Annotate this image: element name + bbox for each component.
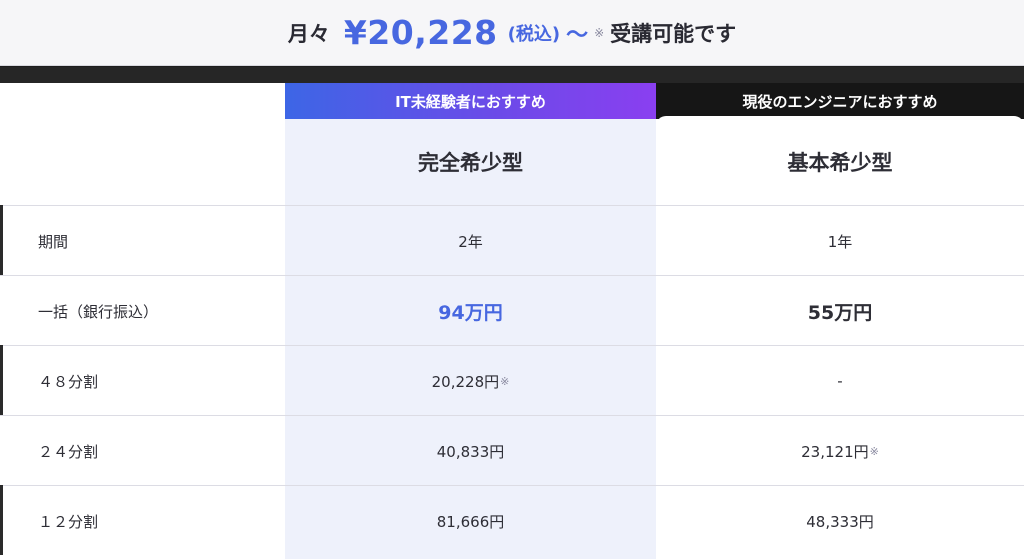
plan-a-title: 完全希少型 (418, 151, 523, 175)
row-label: 一括（銀行振込） (38, 302, 159, 321)
row-label: ２４分割 (38, 442, 99, 461)
table-row: ４８分割 20,228円 ※ - (0, 345, 1024, 415)
value-text: 2年 (458, 232, 483, 251)
plan-a-recommend-tag: IT未経験者におすすめ (285, 83, 656, 119)
row-label: ４８分割 (38, 372, 99, 391)
plan-a-tag-label: IT未経験者におすすめ (395, 92, 546, 111)
table-row: １２分割 81,666円 48,333円 (0, 485, 1024, 559)
plan-b-value: 1年 (656, 206, 1024, 276)
banner-note-mark: ※ (594, 25, 605, 40)
value-text: 55万円 (807, 301, 873, 324)
value-text: 1年 (827, 232, 853, 251)
banner-tail: 受講可能です (610, 21, 737, 46)
note-mark: ※ (869, 444, 879, 458)
banner-tax: (税込) (507, 23, 561, 45)
value-text: - (837, 372, 843, 390)
banner-price: ¥20,228 (343, 13, 498, 52)
value-text: 48,333円 (806, 512, 874, 531)
left-edge-marker (0, 485, 3, 555)
note-mark: ※ (500, 374, 510, 388)
table-row: 一括（銀行振込） 94万円 55万円 (0, 275, 1024, 345)
plan-b-value: 48,333円 (656, 486, 1024, 556)
row-label: １２分割 (38, 512, 99, 531)
table-row: ２４分割 40,833円 23,121円 ※ (0, 415, 1024, 485)
divider-strip (0, 67, 1024, 83)
value-text: 20,228円 (431, 372, 500, 391)
left-edge-marker (0, 345, 3, 415)
plan-b-recommend-tag: 現役のエンジニアにおすすめ (656, 83, 1024, 119)
price-banner: 月々 ¥20,228 (税込) 〜 ※ 受講可能です (0, 0, 1024, 66)
row-label: 期間 (38, 232, 69, 251)
plan-a-value: 81,666円 (285, 486, 656, 556)
value-text: 81,666円 (436, 512, 505, 531)
plan-b-tag-label: 現役のエンジニアにおすすめ (742, 92, 938, 111)
plan-a-value: 20,228円 ※ (285, 346, 656, 416)
plan-a-value: 2年 (285, 206, 656, 276)
value-text: 23,121円 (801, 442, 869, 461)
plan-b-value: 23,121円 ※ (656, 416, 1024, 486)
banner-tilde: 〜 (566, 22, 589, 48)
table-row: 期間 2年 1年 (0, 205, 1024, 275)
plan-b-value: - (656, 346, 1024, 416)
plan-a-value: 94万円 (285, 276, 656, 346)
banner-lead: 月々 (287, 21, 330, 46)
plan-b-title: 基本希少型 (787, 151, 893, 175)
left-edge-marker (0, 205, 3, 275)
plan-a-value: 40,833円 (285, 416, 656, 486)
value-text: 94万円 (438, 301, 503, 324)
plan-b-value: 55万円 (656, 276, 1024, 346)
plan-comparison-table: IT未経験者におすすめ 現役のエンジニアにおすすめ 完全希少型 基本希少型 期間… (0, 83, 1024, 559)
value-text: 40,833円 (436, 442, 505, 461)
